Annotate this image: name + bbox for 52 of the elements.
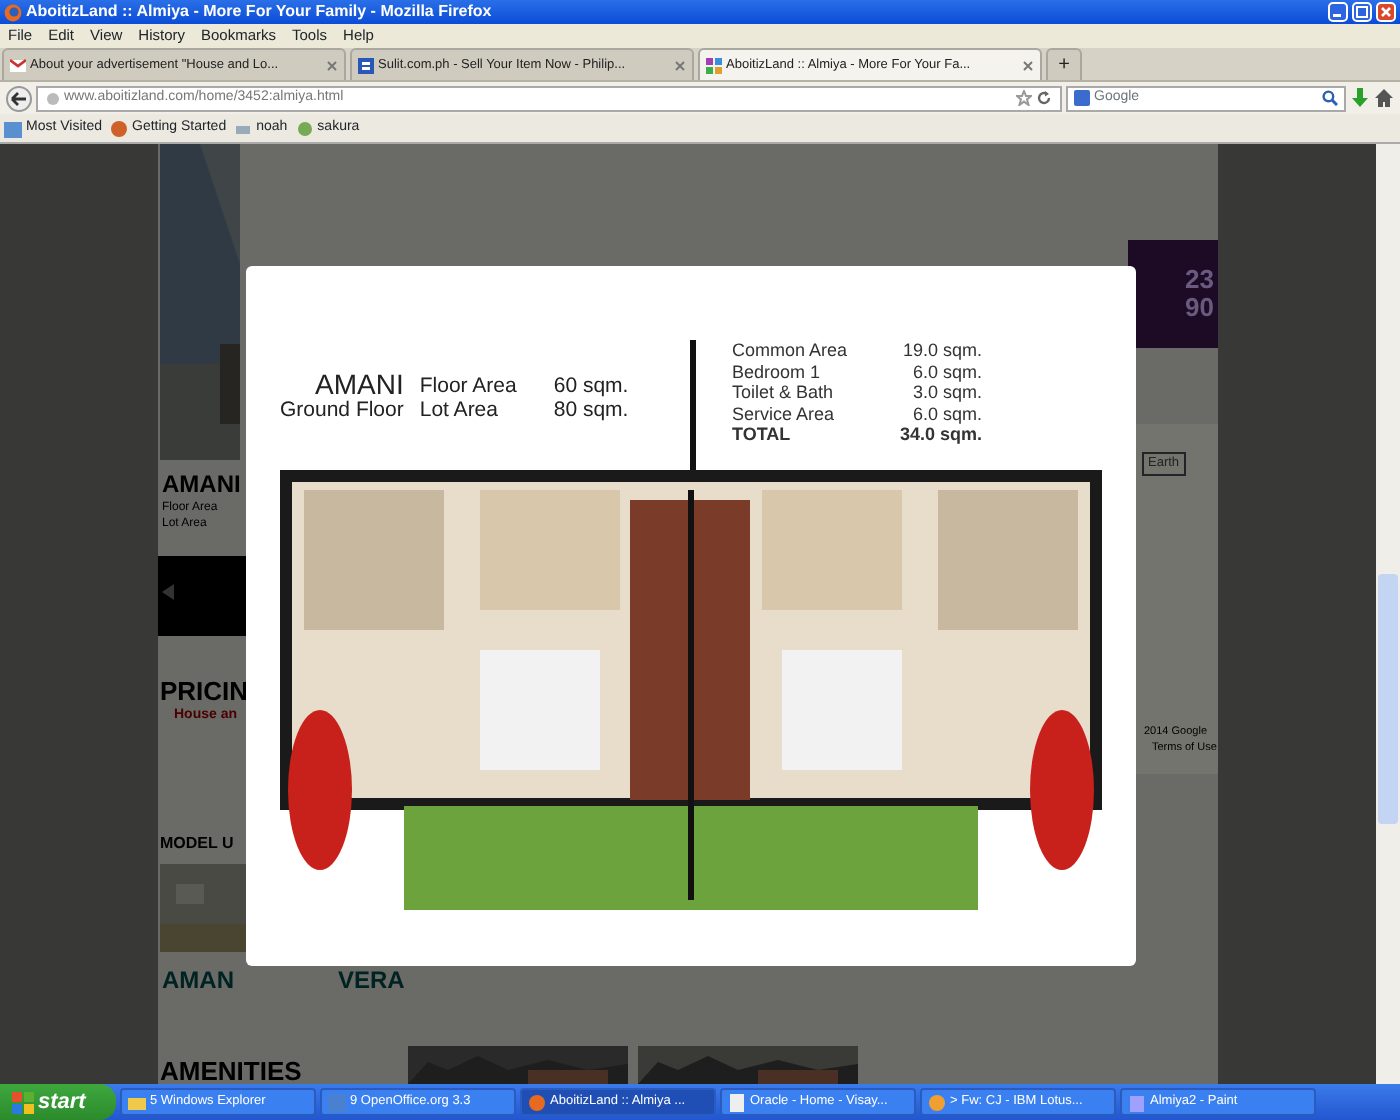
room-label: Toilet & Bath xyxy=(732,382,836,403)
download-icon[interactable] xyxy=(1350,88,1370,108)
tab-favicon-icon xyxy=(706,57,722,73)
plan-title: AMANI xyxy=(315,370,404,398)
total-label: TOTAL xyxy=(732,424,793,445)
section-heading: AMENITIES xyxy=(160,1054,302,1084)
app-icon xyxy=(128,1093,146,1111)
promo-text: 23 xyxy=(1185,266,1214,294)
room-value: 3.0 sqm. xyxy=(910,382,982,403)
home-icon[interactable] xyxy=(1374,88,1394,108)
slider-strip xyxy=(158,556,246,636)
room-label: Service Area xyxy=(732,403,837,424)
tab-favicon-icon xyxy=(10,57,26,73)
bookmark-icon xyxy=(110,119,128,137)
total-value: 34.0 sqm. xyxy=(897,424,982,445)
area-value: 80 sqm. xyxy=(553,398,629,422)
tab-favicon-icon xyxy=(358,57,374,73)
app-icon xyxy=(728,1093,746,1111)
tab-close-icon[interactable] xyxy=(326,59,338,71)
app-icon xyxy=(1128,1093,1146,1111)
maximize-icon[interactable] xyxy=(1352,2,1372,22)
app-icon xyxy=(928,1093,946,1111)
room-label: Bedroom 1 xyxy=(732,361,823,382)
back-icon[interactable] xyxy=(6,85,32,111)
new-tab-button[interactable]: + xyxy=(1046,48,1082,80)
bookmark-icon xyxy=(4,119,22,137)
section-heading: MODEL U xyxy=(160,832,234,856)
bookmark-icon xyxy=(295,119,314,137)
window-title: AboitizLand :: Almiya - More For Your Family - Mozilla Firefox xyxy=(26,0,494,24)
firefox-icon xyxy=(4,3,22,21)
floor-label: Ground Floor xyxy=(280,398,404,422)
promo-text: 90 xyxy=(1185,294,1214,322)
search-icon[interactable] xyxy=(1322,90,1338,106)
room-value: 6.0 sqm. xyxy=(910,403,982,424)
scroll-thumb[interactable] xyxy=(1378,574,1398,824)
area-label: Lot Area xyxy=(419,398,500,422)
area-value: 60 sqm. xyxy=(553,374,629,398)
search-engine-icon xyxy=(1074,90,1090,106)
model-title: AMANI xyxy=(162,472,241,498)
windows-logo-icon xyxy=(12,1091,34,1113)
tab-close-icon[interactable] xyxy=(1022,59,1034,71)
close-icon[interactable] xyxy=(1376,2,1396,22)
area-label: Floor Area xyxy=(419,374,519,398)
app-icon xyxy=(528,1093,546,1111)
room-label: Common Area xyxy=(732,340,850,361)
tab-close-icon[interactable] xyxy=(674,59,686,71)
room-value: 19.0 sqm. xyxy=(900,340,982,361)
app-icon xyxy=(328,1093,346,1111)
section-heading: PRICIN xyxy=(160,674,249,708)
minimize-icon[interactable] xyxy=(1328,2,1348,22)
room-value: 6.0 sqm. xyxy=(910,361,982,382)
start-button[interactable]: start xyxy=(0,1084,116,1120)
